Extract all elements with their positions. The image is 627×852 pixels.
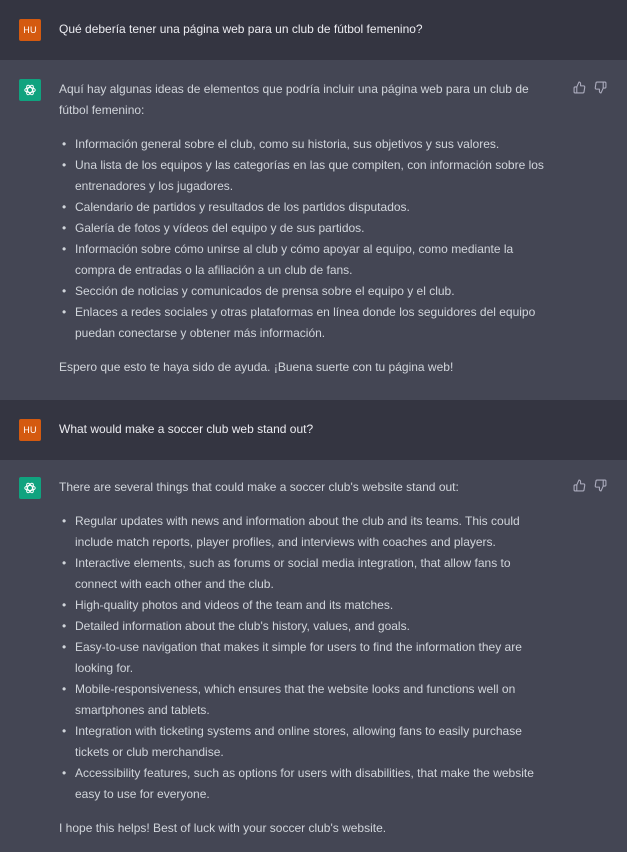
openai-logo-icon <box>19 477 41 499</box>
thumbs-up-icon[interactable] <box>573 81 586 94</box>
openai-logo-icon <box>19 79 41 101</box>
assistant-outro: I hope this helps! Best of luck with you… <box>59 821 387 835</box>
user-avatar: HU <box>19 19 41 41</box>
user-message-text: What would make a soccer club web stand … <box>59 422 314 436</box>
list-item: Una lista de los equipos y las categoría… <box>59 155 549 197</box>
list-item: Información general sobre el club, como … <box>59 134 549 155</box>
assistant-message: There are several things that could make… <box>0 460 627 852</box>
list-item: Información sobre cómo unirse al club y … <box>59 239 549 281</box>
user-avatar: HU <box>19 419 41 441</box>
assistant-message-body: Aquí hay algunas ideas de elementos que … <box>59 79 549 378</box>
list-item: Sección de noticias y comunicados de pre… <box>59 281 549 302</box>
assistant-list: Regular updates with news and informatio… <box>59 511 549 805</box>
list-item: Interactive elements, such as forums or … <box>59 553 549 595</box>
list-item: Enlaces a redes sociales y otras platafo… <box>59 302 549 344</box>
list-item: Integration with ticketing systems and o… <box>59 721 549 763</box>
list-item: Mobile-responsiveness, which ensures tha… <box>59 679 549 721</box>
assistant-outro: Espero que esto te haya sido de ayuda. ¡… <box>59 360 454 374</box>
list-item: Calendario de partidos y resultados de l… <box>59 197 549 218</box>
user-message: HU What would make a soccer club web sta… <box>0 400 627 460</box>
assistant-list: Información general sobre el club, como … <box>59 134 549 344</box>
assistant-message-body: There are several things that could make… <box>59 477 549 839</box>
list-item: Regular updates with news and informatio… <box>59 511 549 553</box>
feedback-actions <box>573 479 607 492</box>
assistant-message: Aquí hay algunas ideas de elementos que … <box>0 60 627 400</box>
list-item: Detailed information about the club's hi… <box>59 616 549 637</box>
thumbs-down-icon[interactable] <box>594 81 607 94</box>
user-message: HU Qué debería tener una página web para… <box>0 0 627 60</box>
chat-thread: HU Qué debería tener una página web para… <box>0 0 627 852</box>
list-item: High-quality photos and videos of the te… <box>59 595 549 616</box>
thumbs-up-icon[interactable] <box>573 479 586 492</box>
list-item: Accessibility features, such as options … <box>59 763 549 805</box>
assistant-intro: Aquí hay algunas ideas de elementos que … <box>59 82 529 117</box>
list-item: Galería de fotos y vídeos del equipo y d… <box>59 218 549 239</box>
list-item: Easy-to-use navigation that makes it sim… <box>59 637 549 679</box>
user-message-text: Qué debería tener una página web para un… <box>59 22 423 36</box>
assistant-intro: There are several things that could make… <box>59 480 459 494</box>
feedback-actions <box>573 81 607 94</box>
thumbs-down-icon[interactable] <box>594 479 607 492</box>
